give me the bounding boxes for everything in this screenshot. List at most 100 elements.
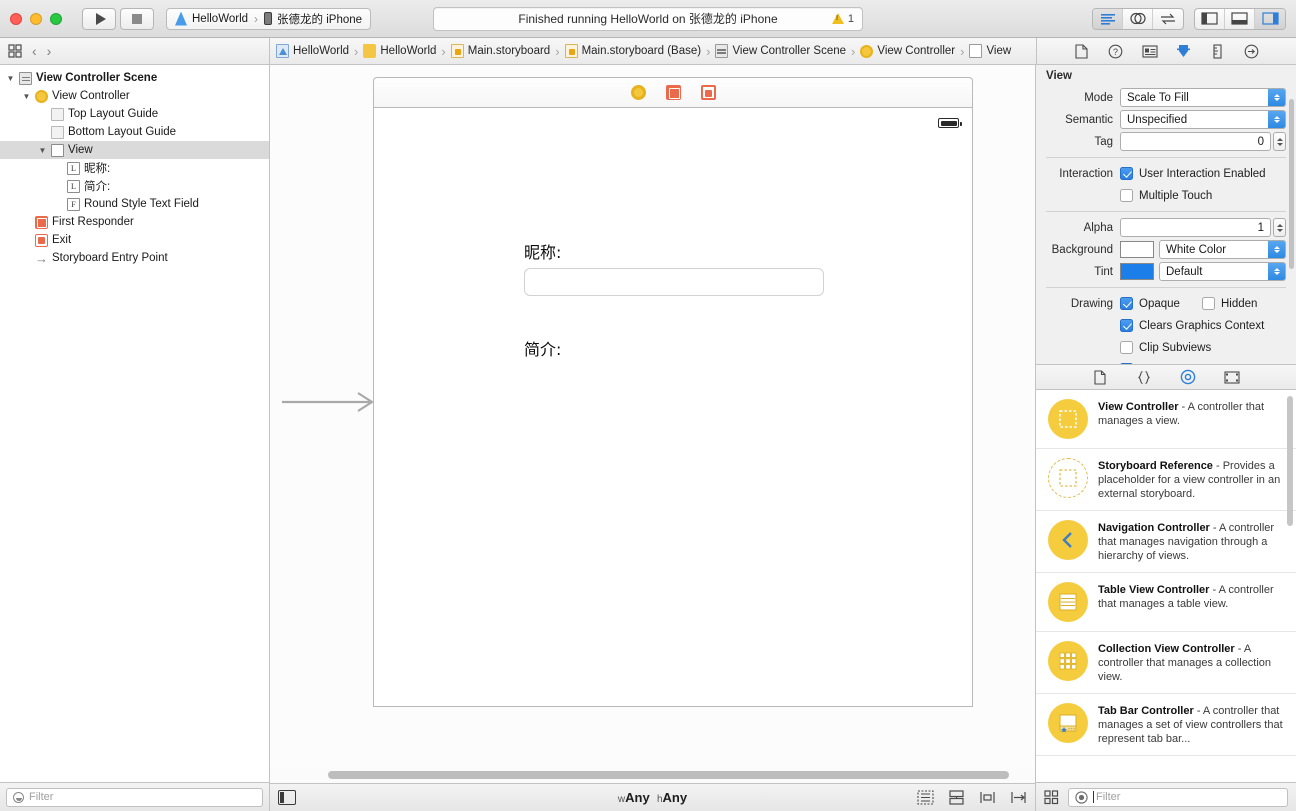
close-window-button[interactable]: [10, 12, 22, 25]
background-popup-button[interactable]: White Color: [1159, 240, 1286, 259]
debug-area-toggle-button[interactable]: [1225, 8, 1255, 29]
outline-filter-placeholder: Filter: [29, 791, 54, 803]
mode-popup-button[interactable]: Scale To Fill: [1120, 88, 1286, 107]
view-controller-scene[interactable]: 昵称: 简介:: [373, 77, 973, 707]
checkbox-label: Autoresize Subviews: [1139, 364, 1246, 365]
clip-subviews-checkbox[interactable]: Clip Subviews: [1120, 341, 1211, 354]
update-frames-button[interactable]: [917, 790, 934, 805]
library-filter-field[interactable]: Filter: [1068, 787, 1288, 807]
tint-color-well[interactable]: [1120, 263, 1154, 280]
inspector-row-mode: Mode Scale To Fill: [1036, 87, 1296, 108]
autoresize-subviews-checkbox[interactable]: Autoresize Subviews: [1120, 363, 1246, 365]
multiple-touch-checkbox[interactable]: Multiple Touch: [1120, 189, 1212, 202]
outline-row-label-nickname[interactable]: ▼ L 昵称:: [0, 159, 269, 177]
version-editor-button[interactable]: [1153, 9, 1183, 29]
outline-filter-field[interactable]: Filter: [6, 787, 263, 807]
breadcrumb-item-project[interactable]: HelloWorld: [276, 44, 349, 58]
identity-inspector-tab[interactable]: [1141, 43, 1158, 59]
outline-row-exit[interactable]: ▼ Exit: [0, 231, 269, 249]
navigator-toggle-button[interactable]: [1195, 8, 1225, 29]
inspector-scrollbar[interactable]: [1289, 99, 1294, 269]
canvas-label-intro[interactable]: 简介:: [524, 336, 561, 360]
maximize-window-button[interactable]: [50, 12, 62, 25]
run-button[interactable]: [82, 7, 116, 30]
disclosure-triangle[interactable]: ▼: [38, 146, 47, 155]
object-library-tab[interactable]: [1180, 369, 1196, 385]
tag-input[interactable]: 0: [1120, 132, 1271, 151]
library-tab-bar: [1036, 365, 1296, 390]
related-items-icon[interactable]: [8, 44, 22, 58]
outline-row-round-style-text-field[interactable]: ▼ F Round Style Text Field: [0, 195, 269, 213]
breadcrumb-item-view-controller[interactable]: View Controller: [860, 44, 955, 58]
view-controller-icon[interactable]: [630, 85, 646, 100]
outline-row-label-intro[interactable]: ▼ L 简介:: [0, 177, 269, 195]
outline-row-view-controller-scene[interactable]: ▼ View Controller Scene: [0, 69, 269, 87]
outline-row-top-layout-guide[interactable]: ▼ Top Layout Guide: [0, 105, 269, 123]
library-item-view-controller[interactable]: View Controller - A controller that mana…: [1036, 390, 1296, 449]
library-item-navigation-controller[interactable]: Navigation Controller - A controller tha…: [1036, 511, 1296, 573]
exit-icon: [35, 233, 48, 247]
size-inspector-tab[interactable]: [1210, 43, 1226, 59]
user-interaction-enabled-checkbox[interactable]: User Interaction Enabled: [1120, 167, 1266, 180]
media-library-tab[interactable]: [1224, 369, 1240, 385]
file-template-library-tab[interactable]: [1092, 369, 1108, 385]
library-view-mode-button[interactable]: [1044, 789, 1059, 805]
align-button[interactable]: [979, 790, 996, 805]
embed-in-button[interactable]: [948, 790, 965, 805]
exit-icon[interactable]: [700, 85, 716, 100]
stop-button[interactable]: [120, 7, 154, 30]
library-item-storyboard-reference[interactable]: Storyboard Reference - Provides a placeh…: [1036, 449, 1296, 511]
device-view[interactable]: 昵称: 简介:: [373, 107, 973, 707]
standard-editor-button[interactable]: [1093, 8, 1123, 29]
file-inspector-tab[interactable]: [1074, 43, 1090, 59]
tint-popup-button[interactable]: Default: [1159, 262, 1286, 281]
quick-help-inspector-tab[interactable]: ?: [1108, 43, 1124, 59]
pin-button[interactable]: [1010, 790, 1027, 805]
minimize-window-button[interactable]: [30, 12, 42, 25]
disclosure-triangle[interactable]: ▼: [22, 92, 31, 101]
connections-inspector-tab[interactable]: [1244, 43, 1260, 59]
alpha-input[interactable]: 1: [1120, 218, 1271, 237]
checkbox-label: Opaque: [1139, 297, 1180, 310]
tag-stepper[interactable]: [1273, 132, 1286, 151]
storyboard-canvas[interactable]: 昵称: 简介:: [270, 65, 1036, 768]
opaque-checkbox[interactable]: Opaque: [1120, 297, 1202, 310]
outline-row-view-controller[interactable]: ▼ View Controller: [0, 87, 269, 105]
scheme-selector[interactable]: HelloWorld › 张德龙的 iPhone: [166, 7, 372, 30]
first-responder-icon[interactable]: [665, 85, 681, 100]
attributes-inspector-tab[interactable]: [1176, 43, 1192, 59]
forward-button[interactable]: ›: [47, 43, 52, 59]
outline-row-first-responder[interactable]: ▼ First Responder: [0, 213, 269, 231]
canvas-text-field[interactable]: [524, 268, 824, 296]
canvas-horizontal-scrollbar[interactable]: [328, 771, 1009, 779]
outline-row-storyboard-entry-point[interactable]: ▼ → Storyboard Entry Point: [0, 249, 269, 267]
outline-row-view[interactable]: ▼ View: [0, 141, 269, 159]
semantic-popup-button[interactable]: Unspecified: [1120, 110, 1286, 129]
clears-graphics-context-checkbox[interactable]: Clears Graphics Context: [1120, 319, 1264, 332]
library-item-table-view-controller[interactable]: Table View Controller - A controller tha…: [1036, 573, 1296, 632]
inspector-row-clears-graphics-context: Clears Graphics Context: [1036, 315, 1296, 336]
breadcrumb-item-storyboard[interactable]: Main.storyboard: [450, 44, 550, 58]
alpha-stepper[interactable]: [1273, 218, 1286, 237]
breadcrumb-item-storyboard-base[interactable]: Main.storyboard (Base): [564, 44, 701, 58]
library-item-collection-view-controller[interactable]: Collection View Controller - A controlle…: [1036, 632, 1296, 694]
size-class-indicator[interactable]: wAny hAny: [618, 790, 687, 805]
hidden-checkbox[interactable]: Hidden: [1202, 297, 1257, 310]
document-outline-toggle-button[interactable]: [278, 790, 296, 805]
disclosure-triangle[interactable]: ▼: [6, 74, 15, 83]
breadcrumb-item-view[interactable]: View: [969, 44, 1011, 58]
object-library-list[interactable]: View Controller - A controller that mana…: [1036, 390, 1296, 782]
background-color-well[interactable]: [1120, 241, 1154, 258]
breadcrumb-item-scene[interactable]: View Controller Scene: [715, 44, 846, 58]
warning-indicator[interactable]: 1: [831, 13, 854, 25]
library-item-tab-bar-controller[interactable]: Tab Bar Controller - A controller that m…: [1036, 694, 1296, 756]
library-item-text: Tab Bar Controller - A controller that m…: [1098, 703, 1286, 746]
assistant-editor-button[interactable]: [1123, 8, 1153, 29]
breadcrumb-item-group[interactable]: HelloWorld: [363, 44, 436, 58]
code-snippet-library-tab[interactable]: [1136, 369, 1152, 385]
library-scrollbar[interactable]: [1287, 396, 1293, 526]
outline-row-bottom-layout-guide[interactable]: ▼ Bottom Layout Guide: [0, 123, 269, 141]
back-button[interactable]: ‹: [32, 43, 37, 59]
canvas-label-nickname[interactable]: 昵称:: [524, 239, 561, 263]
utilities-toggle-button[interactable]: [1255, 8, 1285, 29]
